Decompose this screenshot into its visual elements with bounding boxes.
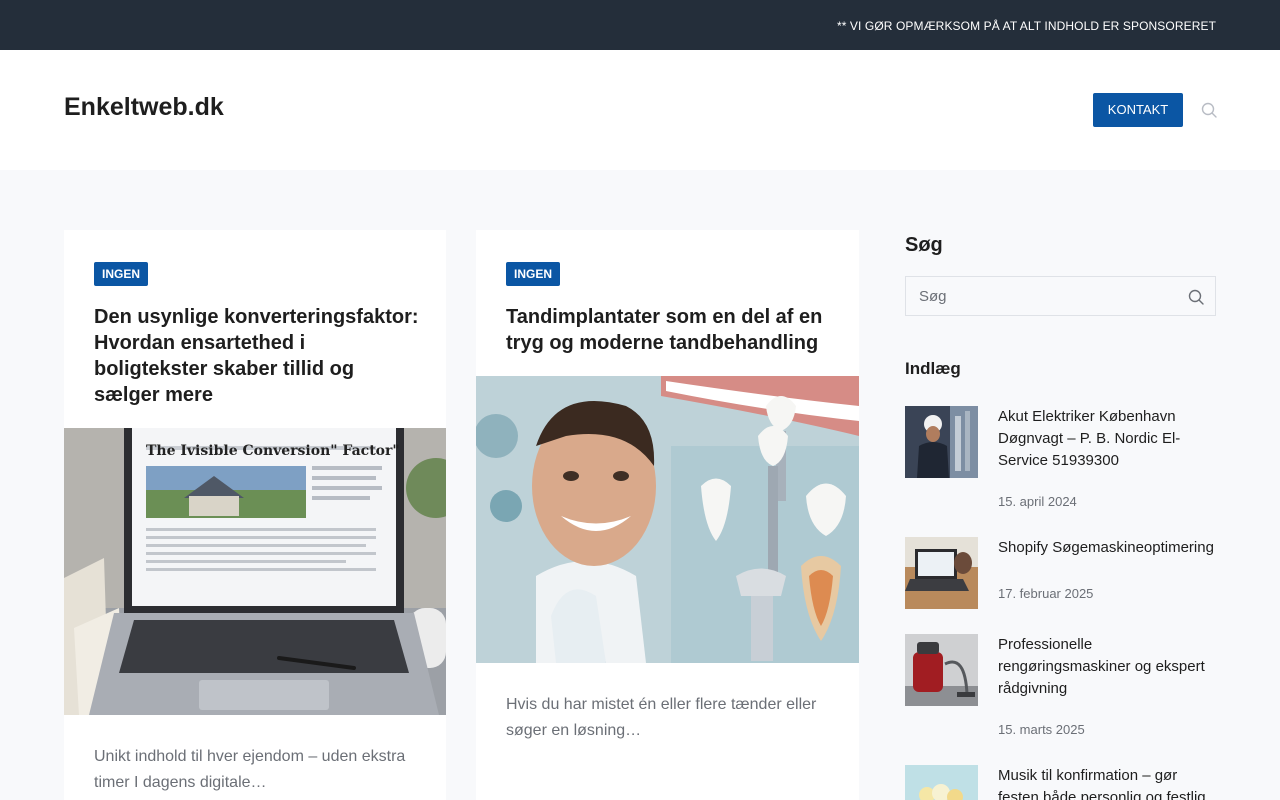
post-title-link[interactable]: Musik til konfirmation – gør festen både… xyxy=(998,765,1216,800)
contact-button[interactable]: KONTAKT xyxy=(1093,93,1183,127)
article-excerpt: Hvis du har mistet én eller flere tænder… xyxy=(506,696,817,739)
search-input[interactable] xyxy=(906,277,1176,315)
site-logo[interactable]: Enkeltweb.dk xyxy=(64,93,224,122)
image-caption-text: The Ivisible Conversion" Factor" xyxy=(146,443,400,459)
post-thumbnail-confirmation[interactable] xyxy=(905,765,978,800)
search-icon[interactable] xyxy=(1201,102,1217,118)
post-thumbnail-laptop[interactable] xyxy=(905,537,978,609)
sponsor-notice: ** VI GØR OPMÆRKSOM PÅ AT ALT INDHOLD ER… xyxy=(836,19,1216,33)
article-image-laptop[interactable]: The Ivisible Conversion" Factor" xyxy=(64,428,446,715)
article-title[interactable]: Tandimplantater som en del af en tryg og… xyxy=(506,304,836,356)
posts-widget-title: Indlæg xyxy=(905,359,961,378)
sidebar-post-item: Shopify Søgemaskineoptimering 17. februa… xyxy=(905,537,1216,617)
post-title-link[interactable]: Professionelle rengøringsmaskiner og eks… xyxy=(998,634,1216,700)
top-notice-bar: ** VI GØR OPMÆRKSOM PÅ AT ALT INDHOLD ER… xyxy=(0,0,1280,50)
post-title-link[interactable]: Shopify Søgemaskineoptimering xyxy=(998,537,1216,559)
category-badge[interactable]: INGEN xyxy=(506,262,561,286)
search-icon[interactable] xyxy=(1188,289,1204,305)
sidebar-search-box xyxy=(905,276,1216,316)
article-card: INGEN Tandimplantater som en del af en t… xyxy=(476,230,859,800)
sidebar-post-item: Musik til konfirmation – gør festen både… xyxy=(905,765,1216,800)
article-card: INGEN Den usynlige konverteringsfaktor: … xyxy=(64,230,446,800)
post-thumbnail-electrician[interactable] xyxy=(905,406,978,478)
article-excerpt: Unikt indhold til hver ejendom – uden ek… xyxy=(94,748,406,791)
post-date: 15. marts 2025 xyxy=(998,722,1085,737)
category-badge[interactable]: INGEN xyxy=(94,262,149,286)
post-date: 15. april 2024 xyxy=(998,494,1077,509)
post-title-link[interactable]: Akut Elektriker København Døgnvagt – P. … xyxy=(998,406,1216,472)
sidebar-post-item: Professionelle rengøringsmaskiner og eks… xyxy=(905,634,1216,754)
sidebar-post-item: Akut Elektriker København Døgnvagt – P. … xyxy=(905,406,1216,526)
article-title[interactable]: Den usynlige konverteringsfaktor: Hvorda… xyxy=(94,304,424,408)
sidebar-search-title: Søg xyxy=(905,234,943,256)
site-header: Enkeltweb.dk KONTAKT xyxy=(0,50,1280,170)
post-date: 17. februar 2025 xyxy=(998,586,1094,601)
post-thumbnail-cleaning-machine[interactable] xyxy=(905,634,978,706)
article-image-dental[interactable] xyxy=(476,376,859,663)
